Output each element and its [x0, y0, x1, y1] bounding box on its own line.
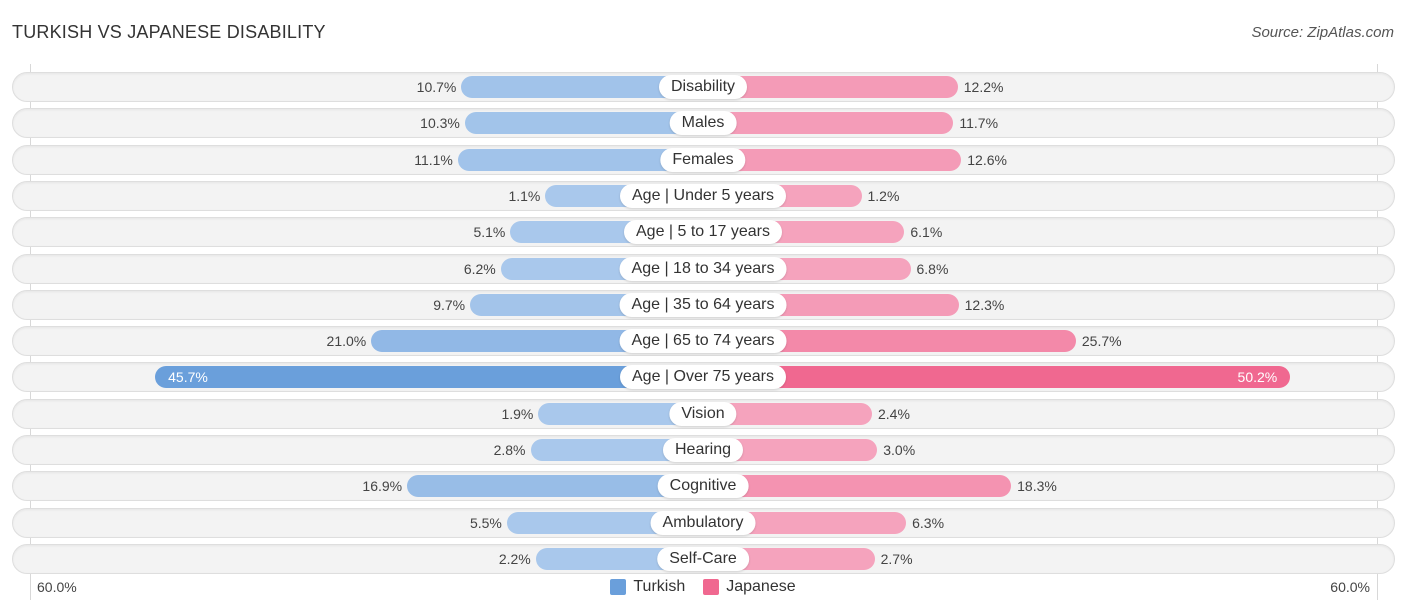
value-label-turkish: 2.2%: [498, 550, 531, 567]
value-label-turkish: 45.7%: [168, 369, 208, 386]
value-label-japanese: 25.7%: [1081, 333, 1122, 350]
value-label-turkish: 5.5%: [469, 514, 502, 531]
category-label: Disability: [658, 75, 748, 99]
value-label-japanese: 2.4%: [878, 405, 910, 422]
value-label-turkish: 10.3%: [420, 115, 460, 132]
category-label: Age | 18 to 34 years: [619, 256, 787, 281]
value-label-japanese: 18.3%: [1017, 478, 1057, 495]
category-label: Self-Care: [657, 546, 749, 571]
bar-japanese[interactable]: [703, 475, 1012, 498]
value-label-turkish: 16.9%: [362, 478, 403, 495]
value-label-turkish: 9.7%: [433, 296, 466, 313]
category-label: Age | 65 to 74 years: [619, 329, 787, 354]
category-label: Age | Over 75 years: [620, 365, 786, 390]
category-label: Age | Under 5 years: [619, 183, 787, 208]
value-label-japanese: 12.3%: [964, 296, 1005, 313]
value-label-turkish: 1.1%: [508, 187, 541, 204]
value-label-turkish: 2.8%: [493, 442, 526, 458]
value-label-japanese: 12.2%: [963, 79, 1004, 95]
value-label-turkish: 11.1%: [414, 151, 453, 168]
value-label-japanese: 12.6%: [967, 151, 1007, 168]
value-label-turkish: 5.1%: [473, 224, 506, 241]
value-label-turkish: 6.2%: [463, 260, 496, 277]
value-label-japanese: 6.3%: [912, 514, 945, 531]
legend-label-japanese: Japanese: [726, 578, 796, 595]
category-label: Age | 5 to 17 years: [623, 220, 783, 245]
diverging-bar-chart: 10.7% 12.2% Disability 10.3% 11.7% Males 11.1%…: [0, 0, 1406, 612]
category-label: Hearing: [662, 438, 744, 462]
bar-japanese[interactable]: [703, 366, 1291, 389]
category-label: Ambulatory: [650, 510, 756, 535]
value-label-turkish: 21.0%: [326, 333, 367, 350]
bar-japanese[interactable]: [703, 112, 954, 135]
value-label-japanese: 2.7%: [880, 550, 913, 567]
value-label-japanese: 50.2%: [1237, 369, 1278, 386]
legend-swatch-turkish: [610, 579, 627, 595]
value-label-japanese: 1.2%: [867, 187, 900, 204]
value-label-turkish: 1.9%: [501, 405, 534, 422]
legend-label-turkish: Turkish: [633, 578, 686, 595]
category-label: Females: [660, 147, 746, 172]
value-label-japanese: 11.7%: [959, 115, 999, 132]
value-label-japanese: 6.8%: [916, 260, 949, 277]
legend-item-japanese[interactable]: Japanese: [703, 578, 796, 596]
legend-swatch-japanese: [703, 579, 720, 595]
legend: Turkish Japanese: [0, 578, 1406, 596]
value-label-turkish: 10.7%: [416, 79, 457, 95]
legend-item-turkish[interactable]: Turkish: [610, 578, 685, 596]
category-label: Vision: [669, 401, 737, 426]
category-label: Cognitive: [657, 474, 749, 499]
category-label: Age | 35 to 64 years: [619, 292, 787, 317]
value-label-japanese: 6.1%: [910, 224, 943, 241]
value-label-japanese: 3.0%: [883, 442, 916, 458]
bar-turkish[interactable]: [464, 112, 703, 135]
category-label: Males: [669, 111, 737, 136]
